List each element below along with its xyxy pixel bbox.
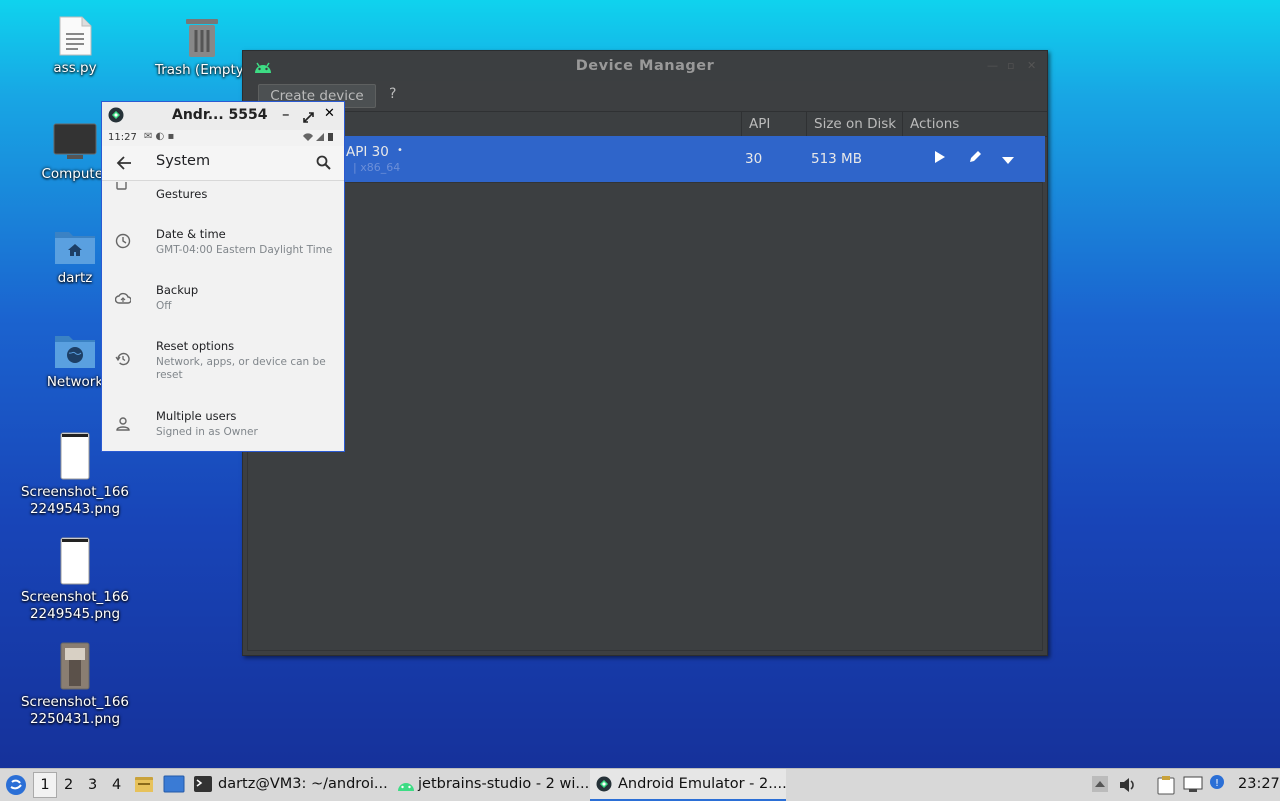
android-status-bar: 11:27 ✉ ◐ ▪ — [102, 130, 344, 146]
search-icon[interactable] — [316, 155, 331, 174]
status-time: 11:27 — [108, 132, 137, 143]
settings-item-summary: GMT-04:00 Eastern Daylight Time — [156, 244, 333, 256]
device-api: 30 — [745, 151, 763, 167]
workspace-3[interactable]: 3 — [88, 777, 97, 793]
image-file-icon — [60, 642, 90, 690]
notification-icon[interactable]: ! — [1209, 774, 1225, 794]
settings-item-title: Date & time — [156, 227, 226, 241]
device-details: | x86_64 — [353, 161, 401, 174]
device-list-area — [247, 182, 1043, 651]
device-status-dot: • — [397, 145, 403, 156]
trash-icon — [182, 16, 222, 58]
settings-appbar: System — [102, 146, 344, 181]
back-arrow-icon[interactable] — [116, 155, 132, 174]
network-icon[interactable] — [1183, 776, 1203, 796]
desktop-icon-label: Screenshot_166 2249543.png — [20, 484, 130, 517]
settings-item-title: Multiple users — [156, 409, 237, 423]
settings-item-summary: Network, apps, or device can be reset — [156, 356, 326, 381]
close-icon[interactable]: ✕ — [324, 106, 335, 121]
desktop-icon-label: Screenshot_166 2249545.png — [20, 589, 130, 622]
task-label: jetbrains-studio - 2 wi... — [418, 776, 590, 792]
device-name: API 30 — [346, 144, 389, 160]
settings-item-gestures[interactable]: Gestures — [102, 182, 342, 202]
settings-item-date-time[interactable]: Date & time GMT-04:00 Eastern Daylight T… — [102, 222, 342, 262]
emulator-title: Andr... 5554 — [172, 107, 268, 123]
workspace-4[interactable]: 4 — [112, 777, 121, 793]
column-header-api[interactable]: API — [749, 116, 770, 132]
settings-item-summary: Signed in as Owner — [156, 426, 258, 438]
desktop-icon-trash[interactable]: Trash (Empty) — [147, 16, 257, 79]
home-folder-icon — [54, 228, 96, 266]
play-icon[interactable] — [934, 150, 946, 168]
tray-arrow-icon[interactable] — [1092, 776, 1108, 796]
settings-item-multiple-users[interactable]: Multiple users Signed in as Owner — [102, 404, 342, 444]
status-notification-icons: ✉ ◐ ▪ — [144, 131, 175, 142]
settings-item-reset-options[interactable]: Reset options Network, apps, or device c… — [102, 334, 342, 384]
taskbar-task-emulator[interactable]: Android Emulator - 2.... — [590, 769, 787, 801]
desktop-icon-ass-py[interactable]: ass.py — [20, 16, 130, 77]
desktop-icon-label: ass.py — [53, 60, 97, 76]
emulator-app-icon — [596, 776, 612, 796]
close-icon[interactable]: ✕ — [1027, 59, 1036, 72]
gestures-icon — [115, 182, 129, 195]
table-header: API Size on Disk Actions — [243, 112, 1047, 137]
clock[interactable]: 23:27 — [1238, 776, 1280, 792]
cloud-upload-icon — [114, 290, 132, 309]
page-title: System — [156, 153, 211, 169]
help-button[interactable]: ? — [389, 86, 396, 102]
settings-item-title: Backup — [156, 283, 199, 297]
file-manager-icon[interactable] — [134, 775, 154, 797]
fullscreen-icon[interactable] — [303, 108, 314, 127]
desktop-icon-label: Screenshot_166 2250431.png — [20, 694, 130, 727]
show-desktop-icon[interactable] — [163, 775, 185, 797]
taskbar-task-studio[interactable]: jetbrains-studio - 2 wi... — [392, 769, 590, 801]
column-header-actions: Actions — [910, 116, 960, 132]
desktop-icon-screenshot-2[interactable]: Screenshot_166 2249545.png — [20, 537, 130, 623]
taskbar: 1 2 3 4 dartz@VM3: ~/androi... jetbrains… — [0, 768, 1280, 801]
start-menu-icon[interactable] — [5, 774, 27, 800]
image-file-icon — [60, 537, 90, 585]
task-label: Android Emulator - 2.... — [618, 776, 787, 792]
device-manager-titlebar[interactable]: Device Manager — ▫ ✕ — [243, 51, 1047, 81]
settings-item-backup[interactable]: Backup Off — [102, 278, 342, 318]
person-icon — [115, 416, 131, 435]
terminal-icon — [194, 776, 212, 796]
computer-icon — [53, 122, 97, 162]
clipboard-icon[interactable] — [1157, 775, 1175, 799]
settings-item-title: Reset options — [156, 339, 235, 353]
taskbar-task-terminal[interactable]: dartz@VM3: ~/androi... — [190, 769, 388, 801]
wifi-icon — [302, 132, 338, 145]
maximize-icon[interactable]: ▫ — [1007, 59, 1014, 72]
task-label: dartz@VM3: ~/androi... — [218, 776, 388, 792]
settings-item-summary: Off — [156, 300, 172, 312]
desktop-icon-screenshot-3[interactable]: Screenshot_166 2250431.png — [20, 642, 130, 728]
svg-text:!: ! — [1215, 778, 1219, 789]
minimize-icon[interactable]: — — [987, 59, 998, 72]
emulator-app-icon — [108, 107, 124, 127]
toolbar: Create device ? — [243, 81, 1047, 112]
chevron-down-icon[interactable] — [1002, 153, 1014, 169]
desktop-icon-label: Trash (Empty) — [154, 62, 250, 78]
workspace-2[interactable]: 2 — [64, 777, 73, 793]
image-file-icon — [60, 432, 90, 480]
clock-icon — [115, 233, 131, 253]
emulator-titlebar[interactable]: Andr... 5554 – ✕ — [102, 102, 344, 130]
text-file-icon — [58, 16, 92, 56]
volume-icon[interactable] — [1119, 777, 1137, 797]
settings-item-title: Gestures — [156, 187, 208, 201]
workspace-1[interactable]: 1 — [33, 772, 57, 798]
edit-icon[interactable] — [968, 149, 983, 168]
table-row[interactable]: API 30 • | x86_64 30 513 MB — [247, 136, 1045, 182]
device-manager-window: Device Manager — ▫ ✕ Create device ? API… — [242, 50, 1048, 656]
android-icon — [396, 778, 416, 796]
android-emulator-window: Andr... 5554 – ✕ 11:27 ✉ ◐ ▪ System Gest… — [101, 101, 345, 452]
device-size: 513 MB — [811, 151, 862, 167]
history-icon — [115, 351, 131, 371]
minimize-icon[interactable]: – — [282, 105, 290, 123]
column-header-size[interactable]: Size on Disk — [814, 116, 896, 132]
window-title: Device Manager — [575, 58, 715, 74]
network-folder-icon — [54, 332, 96, 370]
